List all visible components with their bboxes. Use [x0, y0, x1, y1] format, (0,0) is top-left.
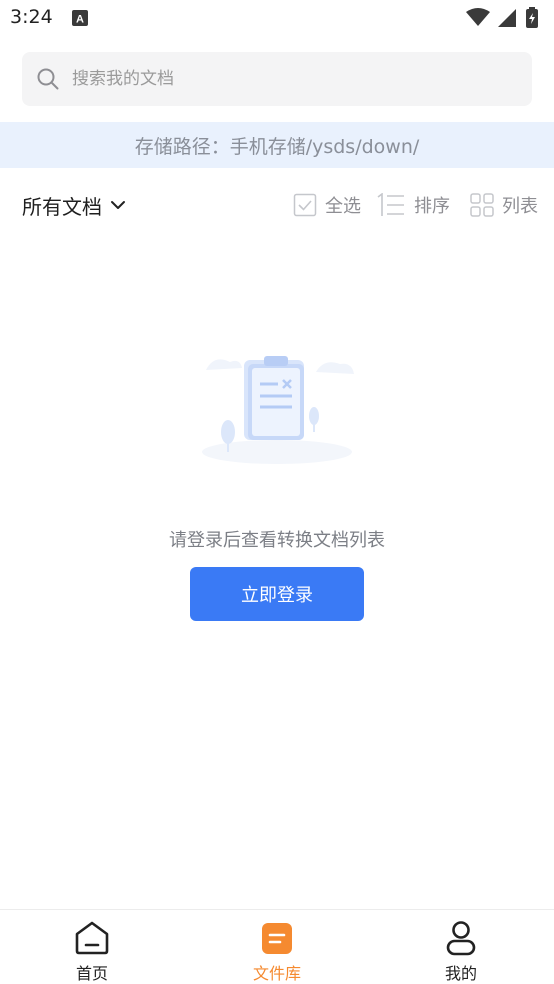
app-screen: 3:24 A 存储路径：手机存储/y	[0, 0, 554, 984]
view-toggle-button[interactable]: 列表	[470, 190, 538, 220]
svg-text:A: A	[76, 14, 84, 26]
search-input[interactable]	[72, 52, 512, 106]
sort-icon	[377, 193, 404, 216]
nav-item-library[interactable]: 文件库	[232, 920, 322, 983]
storage-path-text: 存储路径：手机存储/ysds/down/	[134, 135, 420, 158]
sort-button[interactable]: 排序	[376, 190, 450, 220]
library-icon	[262, 923, 292, 954]
storage-path-banner: 存储路径：手机存储/ysds/down/	[0, 122, 554, 168]
select-all-label: 全选	[325, 196, 361, 217]
search-icon	[37, 68, 59, 90]
view-label: 列表	[502, 196, 538, 217]
nav-item-home[interactable]: 首页	[47, 920, 137, 983]
nav-label-library: 文件库	[252, 964, 301, 983]
notification-a-icon: A	[72, 10, 88, 26]
empty-clipboard-illustration	[202, 356, 354, 464]
chevron-down-icon	[111, 201, 125, 209]
user-icon	[446, 921, 476, 956]
status-icons	[466, 7, 538, 28]
nav-label-mine: 我的	[444, 964, 477, 983]
document-toolbar: 所有文档 全选 排序 列表	[0, 182, 554, 228]
select-all-button[interactable]: 全选	[293, 190, 361, 220]
nav-item-mine[interactable]: 我的	[416, 920, 506, 983]
battery-icon	[526, 7, 538, 28]
status-time: 3:24	[10, 6, 53, 28]
login-button[interactable]: 立即登录	[190, 567, 364, 621]
search-box[interactable]	[22, 52, 532, 106]
status-bar: 3:24 A	[0, 0, 554, 38]
signal-icon	[498, 9, 516, 27]
checkbox-icon	[293, 193, 317, 217]
sort-label: 排序	[414, 196, 450, 217]
grid-icon	[470, 193, 494, 217]
wifi-icon	[466, 8, 490, 26]
home-icon	[75, 921, 109, 955]
filter-label: 所有文档	[22, 194, 102, 219]
bottom-navigation: 首页 文件库 我的	[0, 909, 554, 984]
empty-state-message: 请登录后查看转换文档列表	[169, 530, 385, 551]
nav-label-home: 首页	[75, 964, 108, 983]
document-filter-dropdown[interactable]: 所有文档	[22, 190, 126, 220]
